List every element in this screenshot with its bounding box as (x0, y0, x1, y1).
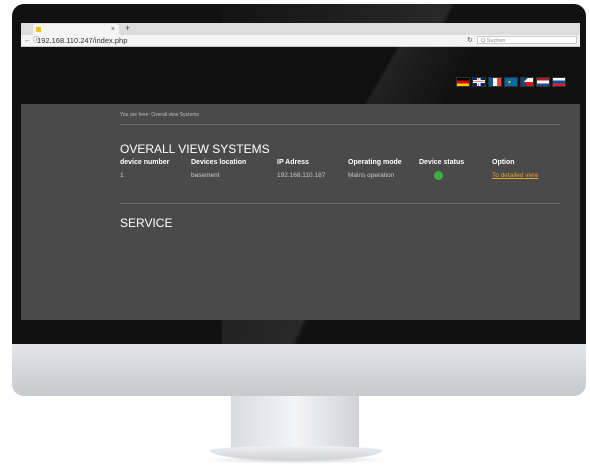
cell-location: basement (191, 172, 220, 179)
slovak-flag-icon[interactable] (552, 77, 566, 87)
cell-mode: Mains operation (348, 172, 395, 179)
url-field[interactable]: 192.168.110.247/index.php (37, 35, 127, 46)
service-title: SERVICE (120, 216, 173, 230)
new-tab-button[interactable]: + (125, 23, 130, 34)
close-tab-icon[interactable]: × (111, 24, 115, 35)
monitor-frame: × + ← ⓘ 192.168.110.247/index.php ↻ Q Su… (12, 4, 586, 396)
cell-ip: 192.168.110.187 (277, 172, 326, 179)
page-header (21, 47, 580, 104)
status-indicator-icon (434, 171, 443, 180)
browser-tab[interactable]: × (33, 24, 119, 35)
header-option: Option (492, 159, 515, 166)
tab-bar: × + (21, 23, 580, 35)
page-title: OVERALL VIEW SYSTEMS (120, 142, 270, 156)
language-flags (456, 77, 566, 87)
header-devices-location: Devices location (191, 159, 247, 166)
reload-icon[interactable]: ↻ (467, 35, 473, 46)
swedish-flag-icon[interactable] (504, 77, 518, 87)
monitor-chin (12, 344, 586, 396)
divider (120, 203, 560, 204)
french-flag-icon[interactable] (488, 77, 502, 87)
detailed-view-link[interactable]: To detailed view (492, 172, 538, 179)
czech-flag-icon[interactable] (520, 77, 534, 87)
header-operating-mode: Operating mode (348, 159, 402, 166)
monitor-stand (231, 396, 359, 450)
german-flag-icon[interactable] (456, 77, 470, 87)
divider (120, 124, 560, 125)
cell-device-number: 1 (120, 172, 124, 179)
dutch-flag-icon[interactable] (536, 77, 550, 87)
monitor-bezel: × + ← ⓘ 192.168.110.247/index.php ↻ Q Su… (12, 4, 586, 344)
main-content: You are here: Overall view Systems OVERA… (21, 104, 580, 320)
browser-window: × + ← ⓘ 192.168.110.247/index.php ↻ Q Su… (21, 23, 580, 320)
search-input[interactable]: Q Suchen (477, 36, 577, 44)
address-bar: ← ⓘ 192.168.110.247/index.php ↻ Q Suchen (21, 35, 580, 47)
header-device-status: Device status (419, 159, 465, 166)
favicon-icon (36, 27, 41, 32)
uk-flag-icon[interactable] (472, 77, 486, 87)
breadcrumb: You are here: Overall view Systems (120, 112, 200, 118)
header-device-number: device number (120, 159, 170, 166)
header-ip-address: IP Adress (277, 159, 309, 166)
